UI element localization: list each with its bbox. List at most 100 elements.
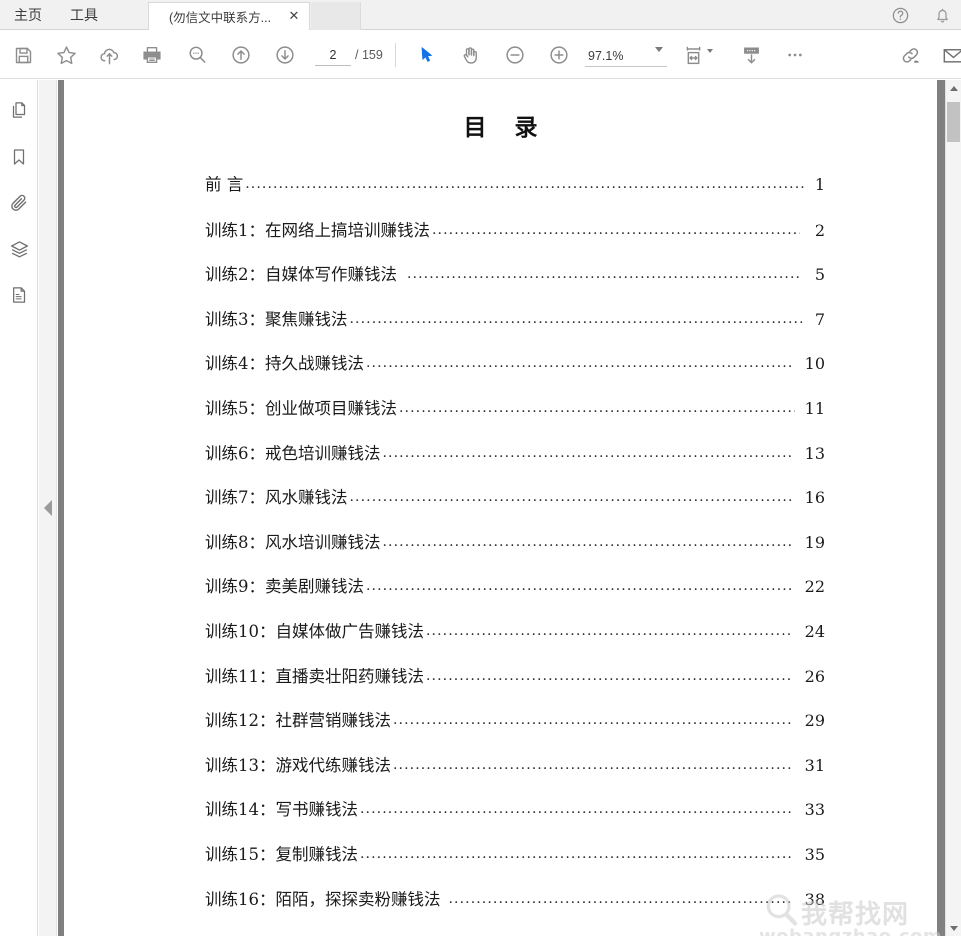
toc-entry-page: 10 (804, 354, 825, 374)
toc-leader-dots: ........................................… (432, 221, 800, 238)
toc-entry-page: 19 (804, 532, 825, 552)
toc-entry-label: 训练6：戒色培训赚钱法 (205, 443, 381, 463)
main-toolbar: / 159 (0, 31, 961, 79)
zoom-level-value: 97.1% (588, 48, 624, 63)
toc-entry-page: 26 (804, 666, 825, 686)
toc-leader-dots: ........................................… (448, 890, 794, 907)
toc-entry-label: 训练16：陌陌，探探卖粉赚钱法 (205, 889, 441, 909)
toc-entry[interactable]: 训练9：卖美剧赚钱法 .............................… (205, 573, 825, 618)
toc-entry[interactable]: 训练3：聚焦赚钱法 ..............................… (205, 306, 825, 351)
toc-entry[interactable]: 训练6：戒色培训赚钱法 ............................… (205, 440, 825, 485)
vertical-scrollbar[interactable] (945, 80, 961, 936)
toc-entry-page: 5 (814, 265, 825, 285)
toc-entry-page: 1 (814, 175, 825, 194)
toc-leader-dots: ........................................… (393, 712, 793, 729)
bookmark-icon[interactable] (7, 145, 31, 169)
plus-circle-icon[interactable] (544, 40, 574, 70)
table-of-contents: 前 言 ....................................… (205, 172, 825, 930)
toc-entry-label: 训练15：复制赚钱法 (205, 844, 358, 864)
toc-entry-label: 训练3：聚焦赚钱法 (205, 309, 348, 329)
toc-leader-dots: ........................................… (426, 667, 793, 684)
chevron-down-icon[interactable] (655, 47, 663, 70)
cloud-upload-icon[interactable] (94, 40, 124, 70)
toc-entry-label: 训练14：写书赚钱法 (205, 800, 358, 820)
toc-leader-dots: ........................................… (349, 489, 794, 506)
menu-home-button[interactable]: 主页 (4, 0, 52, 30)
toolbar-separator-1 (395, 43, 396, 67)
toc-entry[interactable]: 训练13：游戏代练赚钱法 ...........................… (205, 752, 825, 797)
toc-leader-dots: ........................................… (366, 578, 793, 595)
toc-entry-page: 11 (804, 398, 825, 418)
collapse-left-arrow-icon[interactable] (44, 500, 52, 516)
menu-bar: 主页 工具 (勿信文中联系方... ✕ (0, 0, 961, 30)
toc-leader-dots: ........................................… (245, 176, 805, 192)
toc-entry[interactable]: 训练11：直播卖壮阳药赚钱法 .........................… (205, 663, 825, 708)
toc-entry[interactable]: 训练2：自媒体写作赚钱法 ...........................… (205, 261, 825, 306)
close-icon[interactable]: ✕ (287, 10, 301, 24)
envelope-icon[interactable] (938, 40, 961, 70)
toc-entry-label: 训练11：直播卖壮阳药赚钱法 (205, 666, 424, 686)
toc-leader-dots: ........................................… (399, 399, 795, 416)
menu-tools-button[interactable]: 工具 (60, 0, 108, 30)
scroll-up-arrow-icon[interactable] (946, 80, 961, 96)
toc-entry-page: 16 (804, 488, 825, 508)
toc-entry-page: 38 (804, 889, 825, 909)
toc-leader-dots: ........................................… (407, 266, 802, 283)
toc-entry[interactable]: 训练4：持久战赚钱法 .............................… (205, 350, 825, 395)
toc-entry[interactable]: 训练14：写书赚钱法 .............................… (205, 796, 825, 841)
toc-entry[interactable]: 训练10：自媒体做广告赚钱法 .........................… (205, 618, 825, 663)
toc-entry[interactable]: 训练12：社群营销赚钱法 ...........................… (205, 707, 825, 752)
zoom-level-select[interactable]: 97.1% (585, 45, 667, 70)
page-scroll-down-icon[interactable] (736, 40, 766, 70)
cursor-select-icon[interactable] (412, 40, 442, 70)
document-tab[interactable]: (勿信文中联系方... ✕ (148, 2, 310, 30)
hand-pan-icon[interactable] (455, 40, 485, 70)
toc-entry[interactable]: 训练16：陌陌，探探卖粉赚钱法 ........................… (205, 886, 825, 931)
toc-leader-dots: ........................................… (393, 756, 793, 773)
search-icon[interactable] (182, 40, 212, 70)
more-horizontal-icon[interactable] (780, 40, 810, 70)
sidebar-collapse-strip[interactable] (39, 80, 57, 936)
toc-entry[interactable]: 训练8：风水培训赚钱法 ............................… (205, 529, 825, 574)
toc-entry-label: 训练13：游戏代练赚钱法 (205, 755, 391, 775)
bell-icon[interactable] (931, 4, 953, 26)
toc-entry-page: 24 (804, 621, 825, 641)
fit-page-dropdown-caret-icon[interactable] (707, 49, 713, 71)
minus-circle-icon[interactable] (500, 40, 530, 70)
toc-entry[interactable]: 前 言 ....................................… (205, 171, 825, 216)
toc-leader-dots: ........................................… (366, 355, 793, 372)
link-chain-icon[interactable] (895, 40, 925, 70)
help-circle-icon[interactable] (889, 4, 911, 26)
page-title: 目 录 (463, 115, 548, 141)
toc-leader-dots: ........................................… (426, 622, 793, 639)
toc-entry[interactable]: 训练5：创业做项目赚钱法 ...........................… (205, 395, 825, 440)
toc-entry-page: 13 (804, 443, 825, 463)
page-number-input[interactable] (316, 48, 350, 62)
toc-entry[interactable]: 训练7：风水赚钱法 ..............................… (205, 484, 825, 529)
fit-page-width-icon[interactable] (678, 40, 708, 70)
toc-leader-dots: ........................................… (349, 310, 803, 327)
document-signature-icon[interactable] (7, 283, 31, 307)
arrow-down-circle-icon[interactable] (270, 40, 300, 70)
scrollbar-thumb[interactable] (947, 102, 960, 142)
toc-entry-label: 训练2：自媒体写作赚钱法 (205, 265, 397, 285)
toc-leader-dots: ........................................… (360, 845, 793, 862)
toc-entry[interactable]: 训练15：复制赚钱法 .............................… (205, 841, 825, 886)
toc-entry-page: 22 (804, 577, 825, 597)
layers-icon[interactable] (7, 237, 31, 261)
paperclip-attachment-icon[interactable] (7, 191, 31, 215)
document-viewport[interactable]: 目 录 前 言 ................................… (58, 80, 945, 936)
star-icon[interactable] (51, 40, 81, 70)
page-thumbnails-icon[interactable] (7, 98, 31, 122)
page-number-field[interactable] (315, 45, 351, 66)
toc-entry-page: 29 (804, 711, 825, 731)
tab-strip-empty (311, 2, 361, 30)
toc-entry-label: 训练5：创业做项目赚钱法 (205, 398, 397, 418)
toc-entry-label: 训练4：持久战赚钱法 (205, 354, 364, 374)
scroll-down-arrow-icon[interactable] (946, 920, 961, 936)
print-icon[interactable] (137, 40, 167, 70)
save-icon[interactable] (8, 40, 38, 70)
toc-entry[interactable]: 训练1：在网络上搞培训赚钱法 .........................… (205, 217, 825, 262)
toc-entry-page: 7 (814, 309, 825, 329)
arrow-up-circle-icon[interactable] (226, 40, 256, 70)
